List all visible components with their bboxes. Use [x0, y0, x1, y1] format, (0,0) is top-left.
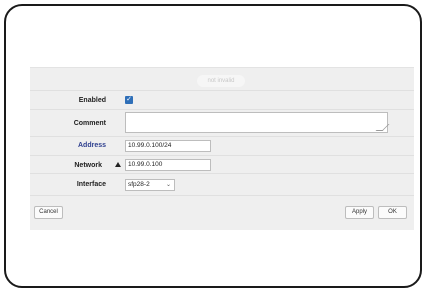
divider — [30, 90, 414, 91]
enabled-checkbox[interactable]: ✓ — [125, 96, 133, 104]
cancel-button[interactable]: Cancel — [34, 206, 63, 219]
ok-button[interactable]: OK — [378, 206, 407, 219]
chevron-down-icon: ⌄ — [165, 182, 171, 188]
divider — [30, 155, 414, 156]
comment-field[interactable] — [125, 112, 390, 133]
network-input[interactable]: 10.99.0.100 — [125, 159, 211, 171]
enabled-label: Enabled — [78, 97, 106, 104]
interface-label: Interface — [76, 181, 106, 188]
apply-button[interactable]: Apply — [345, 206, 374, 219]
divider — [30, 109, 414, 110]
address-label[interactable]: Address — [34, 142, 106, 149]
interface-select-value: sfp28-2 — [128, 181, 150, 188]
divider — [30, 173, 414, 174]
network-label: Network — [74, 162, 102, 169]
divider — [30, 195, 414, 196]
comment-label: Comment — [73, 120, 106, 127]
status-badge: not invalid — [197, 75, 245, 87]
expand-triangle-icon[interactable] — [115, 162, 121, 167]
divider — [30, 136, 414, 137]
resize-grip-icon[interactable] — [375, 124, 390, 131]
interface-select[interactable]: sfp28-2 ⌄ — [125, 179, 175, 191]
address-input[interactable]: 10.99.0.100/24 — [125, 140, 211, 152]
